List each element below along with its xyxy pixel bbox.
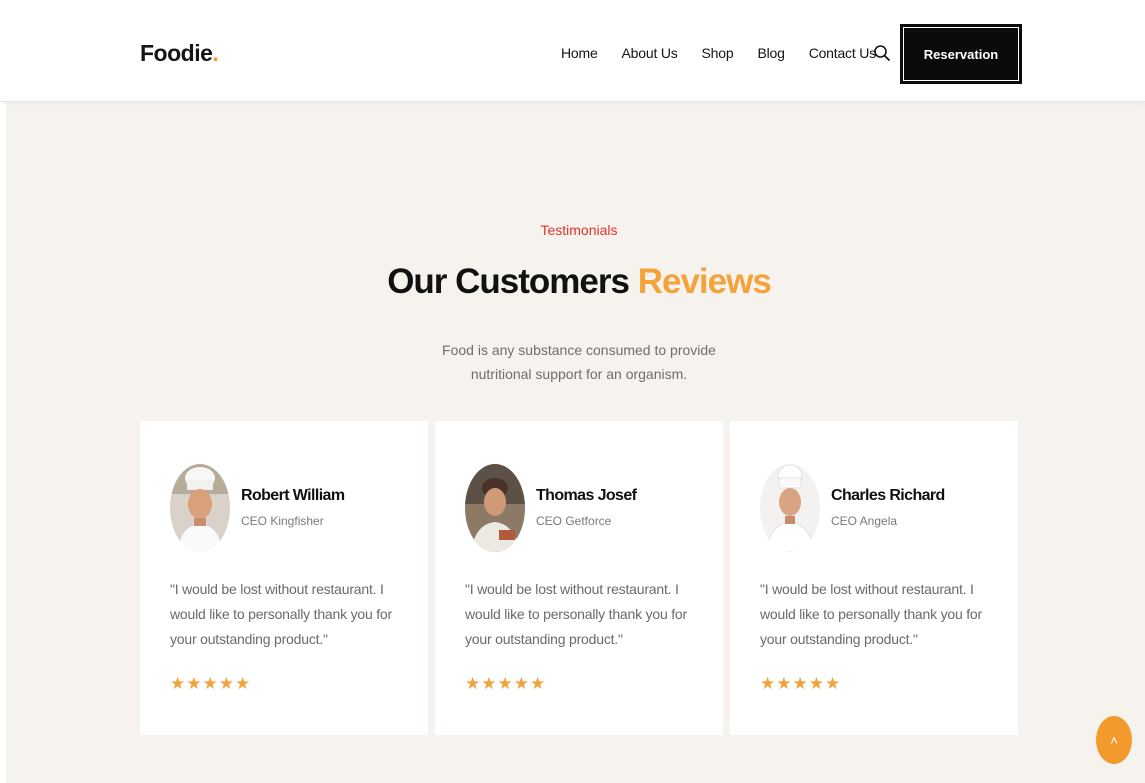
section-subtitle: Food is any substance consumed to provid… (442, 342, 716, 382)
nav-shop[interactable]: Shop (702, 45, 734, 61)
reviewer-role: CEO Getforce (536, 514, 612, 528)
reviewer-role: CEO Angela (831, 514, 898, 528)
section-title-accent: Reviews (637, 262, 772, 301)
testimonial-card: Thomas Josef CEO Getforce "I would be lo… (435, 421, 723, 735)
avatar (170, 464, 230, 552)
reviewer-role: CEO Kingfisher (241, 514, 324, 528)
reviewer-name: Charles Richard (831, 487, 945, 504)
section-title: Our Customers Reviews (0, 262, 1145, 302)
scroll-to-top-button[interactable]: ˄ (1096, 716, 1132, 764)
avatar-image (760, 464, 820, 552)
reviewer-name: Robert William (241, 487, 345, 504)
nav-home[interactable]: Home (561, 45, 598, 61)
search-icon[interactable] (873, 44, 891, 62)
star-rating: ★★★★★ (760, 674, 842, 693)
star-rating: ★★★★★ (465, 674, 547, 693)
page: Foodie. Home About Us Shop Blog Contact … (0, 0, 1145, 783)
reviewer-name: Thomas Josef (536, 487, 637, 504)
logo-text: Foodie (140, 40, 213, 66)
main-nav: Home About Us Shop Blog Contact Us (561, 45, 900, 61)
review-quote: "I would be lost without restaurant. I w… (170, 581, 392, 647)
avatar-image (170, 464, 230, 552)
nav-blog[interactable]: Blog (757, 45, 784, 61)
left-edge (0, 102, 6, 783)
testimonial-card: Charles Richard CEO Angela "I would be l… (730, 421, 1018, 735)
avatar-image (465, 464, 525, 552)
nav-contact-us[interactable]: Contact Us (809, 45, 876, 61)
review-quote: "I would be lost without restaurant. I w… (465, 581, 687, 647)
nav-about-us[interactable]: About Us (622, 45, 678, 61)
star-rating: ★★★★★ (170, 674, 252, 693)
site-header: Foodie. Home About Us Shop Blog Contact … (0, 0, 1145, 102)
avatar (465, 464, 525, 552)
logo[interactable]: Foodie. (140, 40, 219, 67)
testimonial-card: Robert William CEO Kingfisher "I would b… (140, 421, 428, 735)
avatar (760, 464, 820, 552)
review-quote: "I would be lost without restaurant. I w… (760, 581, 982, 647)
reservation-button[interactable]: Reservation (900, 24, 1022, 84)
section-title-main: Our Customers (387, 262, 638, 301)
chevron-up-icon: ˄ (1110, 732, 1118, 748)
logo-dot: . (212, 40, 219, 66)
section-eyebrow: Testimonials (540, 222, 618, 238)
